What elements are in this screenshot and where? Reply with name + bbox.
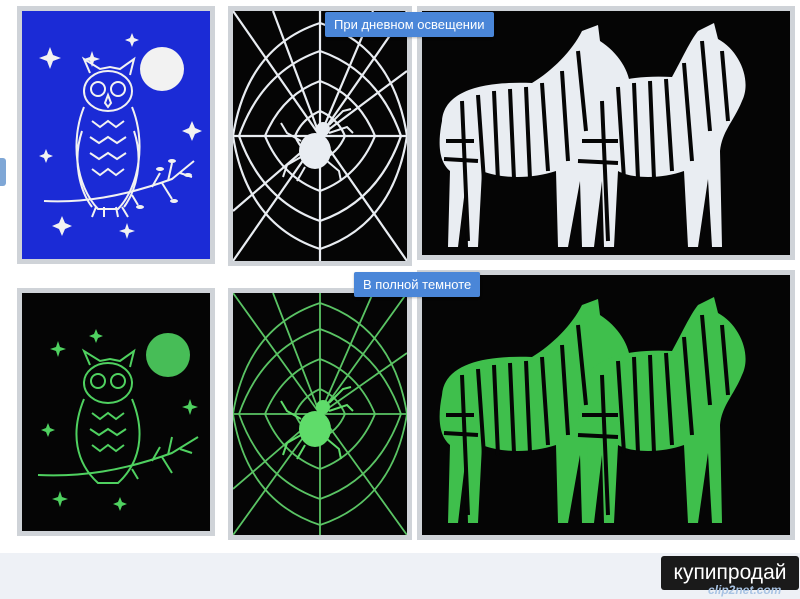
owl-day-image	[22, 11, 210, 259]
owl-glow-image	[22, 293, 210, 531]
zebras-day-image	[422, 11, 790, 255]
daylight-caption: При дневном освещении	[325, 12, 494, 37]
watermark-brand: купипродай	[673, 561, 787, 584]
spider-glow-image	[233, 293, 407, 535]
darkness-caption: В полной темноте	[354, 272, 481, 297]
zebras-day-panel	[417, 6, 795, 260]
source-watermark: clip2net.com	[708, 583, 782, 597]
spider-day-panel	[228, 6, 412, 266]
side-scroll-handle[interactable]	[0, 158, 6, 186]
zebras-glow-image	[422, 275, 790, 535]
spider-dark-panel	[228, 288, 412, 540]
zebras-dark-panel	[417, 270, 795, 540]
spider-day-image	[233, 11, 407, 261]
owl-day-panel	[17, 6, 215, 264]
owl-dark-panel	[17, 288, 215, 536]
